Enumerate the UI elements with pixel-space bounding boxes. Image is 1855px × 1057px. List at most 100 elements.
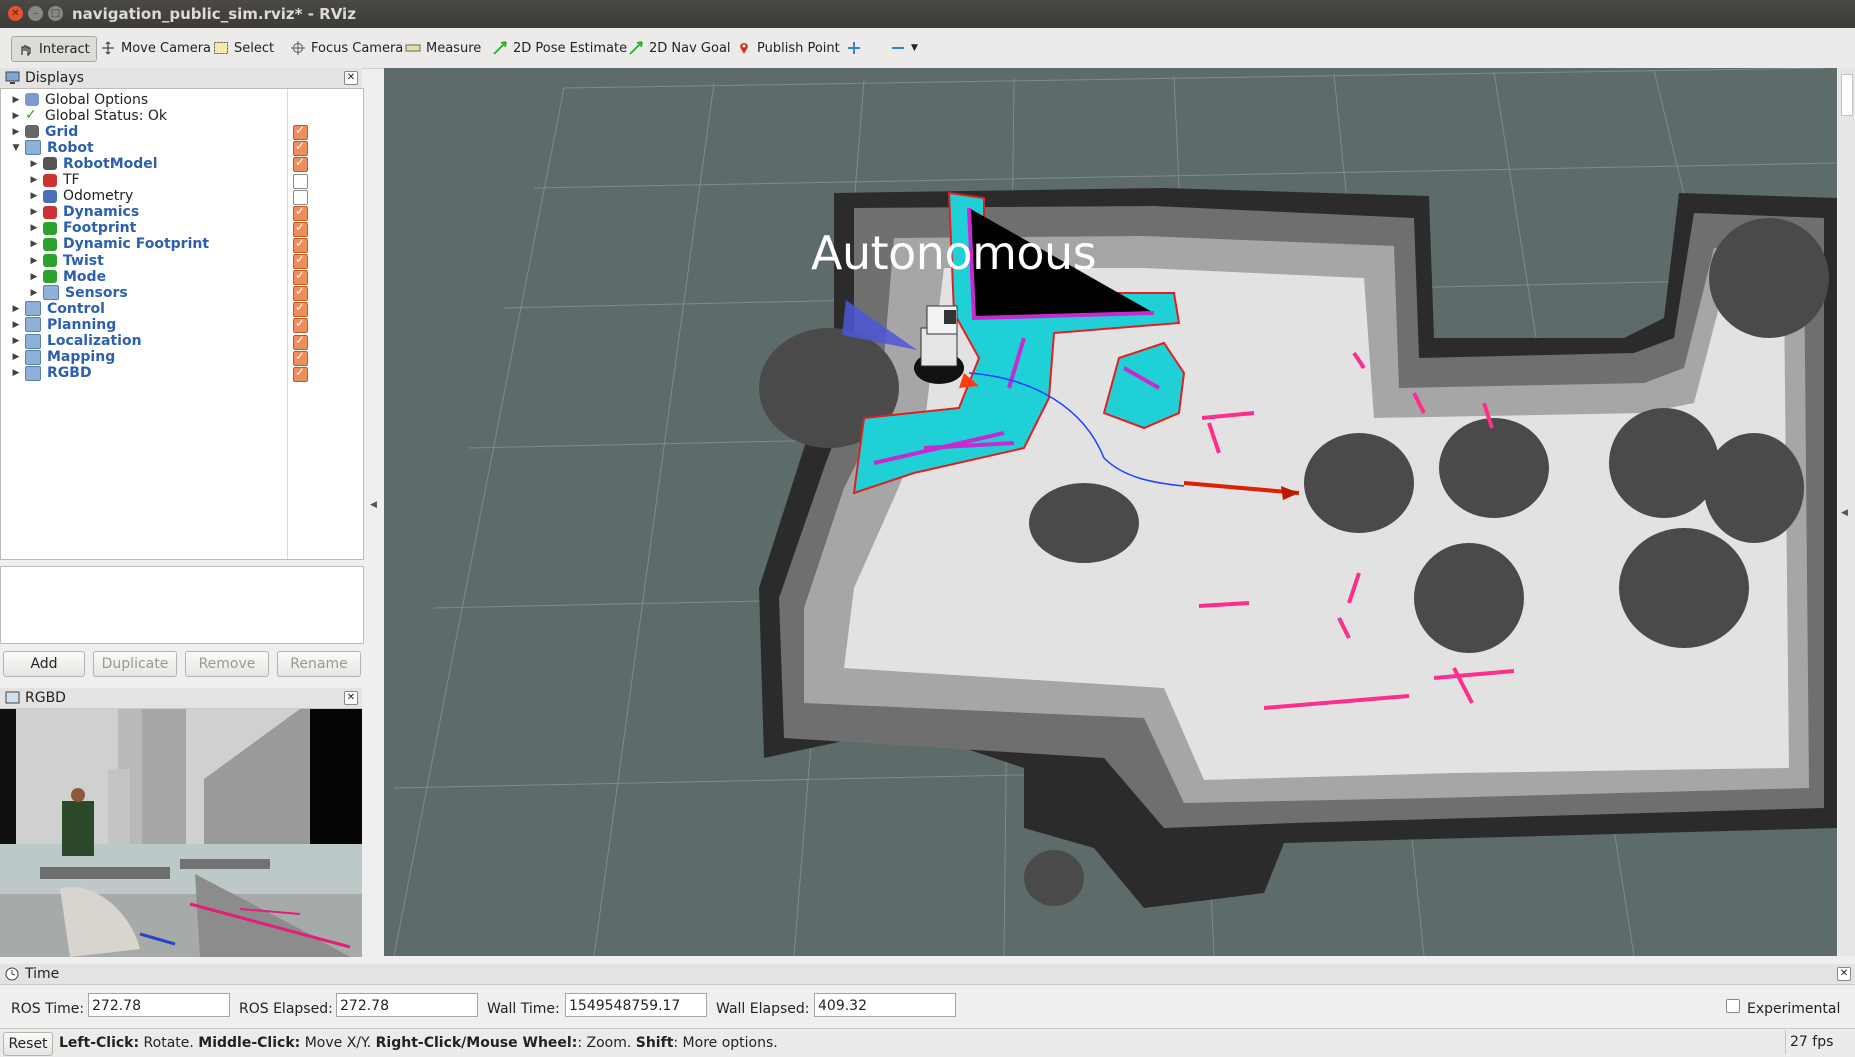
display-row-label: TF <box>63 172 80 188</box>
expand-arrow-right-icon[interactable]: ▶ <box>11 111 21 121</box>
scroll-handle[interactable] <box>1841 74 1853 116</box>
close-rgbd-icon[interactable]: ✕ <box>344 691 358 705</box>
map-pin-icon <box>740 43 748 54</box>
display-type-icon <box>25 93 39 106</box>
shift-key: Shift <box>635 1035 674 1051</box>
pose-estimate-tool-button[interactable]: 2D Pose Estimate <box>492 36 627 60</box>
expand-arrow-right-icon[interactable]: ▶ <box>11 95 21 105</box>
rename-display-button[interactable]: Rename <box>277 651 361 677</box>
displays-panel-header: Displays ✕ <box>0 68 362 89</box>
minimize-window-icon[interactable]: – <box>28 6 43 21</box>
move-camera-icon <box>102 41 114 55</box>
fps-counter: 27 fps <box>1785 1030 1846 1054</box>
shift-desc: : More options. <box>673 1035 778 1051</box>
display-row-label: Grid <box>45 123 79 140</box>
maximize-window-icon[interactable]: □ <box>48 6 63 21</box>
display-row-label: Global Options <box>45 91 149 108</box>
display-row[interactable]: ▶ RGBD <box>11 364 301 383</box>
close-panel-icon[interactable]: ✕ <box>344 71 358 85</box>
ros-time-label: ROS Time: <box>11 1001 85 1017</box>
cursor-hand-icon <box>21 45 31 56</box>
checkmark-status-icon: ✓ <box>25 107 37 124</box>
image-icon <box>5 691 20 704</box>
close-window-icon[interactable]: ✕ <box>8 6 23 21</box>
clock-icon <box>5 967 19 981</box>
expand-arrow-right-icon[interactable]: ▶ <box>29 288 39 298</box>
add-display-button[interactable]: Add <box>3 651 85 677</box>
viewport-right-scroll[interactable]: ◀ <box>1838 68 1855 956</box>
display-type-icon <box>25 125 39 139</box>
add-tool-button[interactable] <box>846 36 867 60</box>
toolbar: Interact Move Camera Select Focus Camera… <box>0 28 1855 69</box>
expand-arrow-right-icon[interactable]: ▶ <box>11 352 21 362</box>
display-enable-checkbox[interactable] <box>293 365 308 382</box>
display-row-label: Robot <box>47 139 94 156</box>
expand-arrow-right-icon[interactable]: ▶ <box>29 223 39 233</box>
folder-icon <box>25 317 41 333</box>
close-time-icon[interactable]: ✕ <box>1837 967 1851 981</box>
folder-icon <box>25 140 41 156</box>
display-type-icon <box>43 157 57 171</box>
goal-arrow-green-icon <box>629 41 643 55</box>
display-row-label: Mapping <box>47 349 116 366</box>
expand-arrow-right-icon[interactable]: ▶ <box>11 320 21 330</box>
rgbd-scene-image <box>0 709 362 957</box>
measure-tool-button[interactable]: Measure <box>405 36 481 60</box>
experimental-checkbox[interactable] <box>1726 999 1740 1013</box>
expand-arrow-right-icon[interactable]: ▶ <box>11 304 21 314</box>
collapse-right-handle[interactable]: ◀ <box>1841 508 1848 518</box>
move-camera-tool-button[interactable]: Move Camera <box>100 36 211 60</box>
window-title: navigation_public_sim.rviz* - RViz <box>72 5 356 23</box>
select-label: Select <box>234 40 275 56</box>
nav-goal-label: 2D Nav Goal <box>649 40 731 56</box>
select-tool-button[interactable]: Select <box>213 36 274 60</box>
interact-tool-button[interactable]: Interact <box>11 36 97 62</box>
reset-button[interactable]: Reset <box>3 1032 53 1056</box>
3d-viewport[interactable]: Autonomous <box>384 68 1837 956</box>
display-row-label: Sensors <box>65 284 128 301</box>
wall-elapsed-field[interactable]: 409.32 <box>814 993 956 1017</box>
wall-time-label: Wall Time: <box>487 1001 560 1017</box>
expand-arrow-right-icon[interactable]: ▶ <box>11 336 21 346</box>
middle-click-key: Middle-Click: <box>198 1035 301 1051</box>
display-row-label: Localization <box>47 333 142 349</box>
display-row-label: Planning <box>47 316 117 333</box>
ros-time-field[interactable]: 272.78 <box>88 993 230 1017</box>
display-description-box <box>0 566 364 644</box>
expand-arrow-right-icon[interactable]: ▶ <box>29 239 39 249</box>
expand-arrow-down-icon[interactable]: ▼ <box>11 143 21 153</box>
publish-point-label: Publish Point <box>757 40 840 56</box>
collapse-left-handle[interactable]: ◀ <box>370 500 378 510</box>
focus-camera-tool-button[interactable]: Focus Camera <box>290 36 403 60</box>
expand-arrow-right-icon[interactable]: ▶ <box>11 368 21 378</box>
expand-arrow-right-icon[interactable]: ▶ <box>29 175 39 185</box>
duplicate-display-button[interactable]: Duplicate <box>93 651 177 677</box>
expand-arrow-right-icon[interactable]: ▶ <box>29 191 39 201</box>
display-row-label: Mode <box>63 268 107 285</box>
expand-arrow-right-icon[interactable]: ▶ <box>29 159 39 169</box>
nav-goal-tool-button[interactable]: 2D Nav Goal <box>628 36 731 60</box>
minus-icon <box>892 47 904 49</box>
right-click-key: Right-Click/Mouse Wheel: <box>375 1035 578 1051</box>
map-render <box>393 68 1837 956</box>
rgbd-camera-view <box>0 709 362 957</box>
display-row-label: Odometry <box>63 188 134 205</box>
remove-display-button[interactable]: Remove <box>185 651 269 677</box>
publish-point-tool-button[interactable]: Publish Point <box>736 36 840 60</box>
chevron-down-icon: ▼ <box>911 43 918 53</box>
expand-arrow-right-icon[interactable]: ▶ <box>29 272 39 282</box>
wall-time-field[interactable]: 1549548759.17 <box>565 993 707 1017</box>
status-help-text: Left-Click: Rotate. Middle-Click: Move X… <box>59 1035 778 1051</box>
expand-arrow-right-icon[interactable]: ▶ <box>29 256 39 266</box>
folder-icon <box>43 285 59 301</box>
displays-tree: ▶ Global Options ▶ ✓ Global Status: Ok ▶ Grid ▼… <box>0 88 364 560</box>
ros-elapsed-field[interactable]: 272.78 <box>336 993 478 1017</box>
expand-arrow-right-icon[interactable]: ▶ <box>29 207 39 217</box>
display-row-label: Control <box>47 300 105 317</box>
pose-estimate-label: 2D Pose Estimate <box>513 40 628 56</box>
display-row-label: Global Status: Ok <box>45 107 168 124</box>
expand-arrow-right-icon[interactable]: ▶ <box>11 127 21 137</box>
rgbd-title: RGBD <box>25 690 66 706</box>
time-panel-header: Time ✕ <box>0 964 1855 985</box>
remove-tool-dropdown[interactable]: ▼ <box>890 36 918 60</box>
